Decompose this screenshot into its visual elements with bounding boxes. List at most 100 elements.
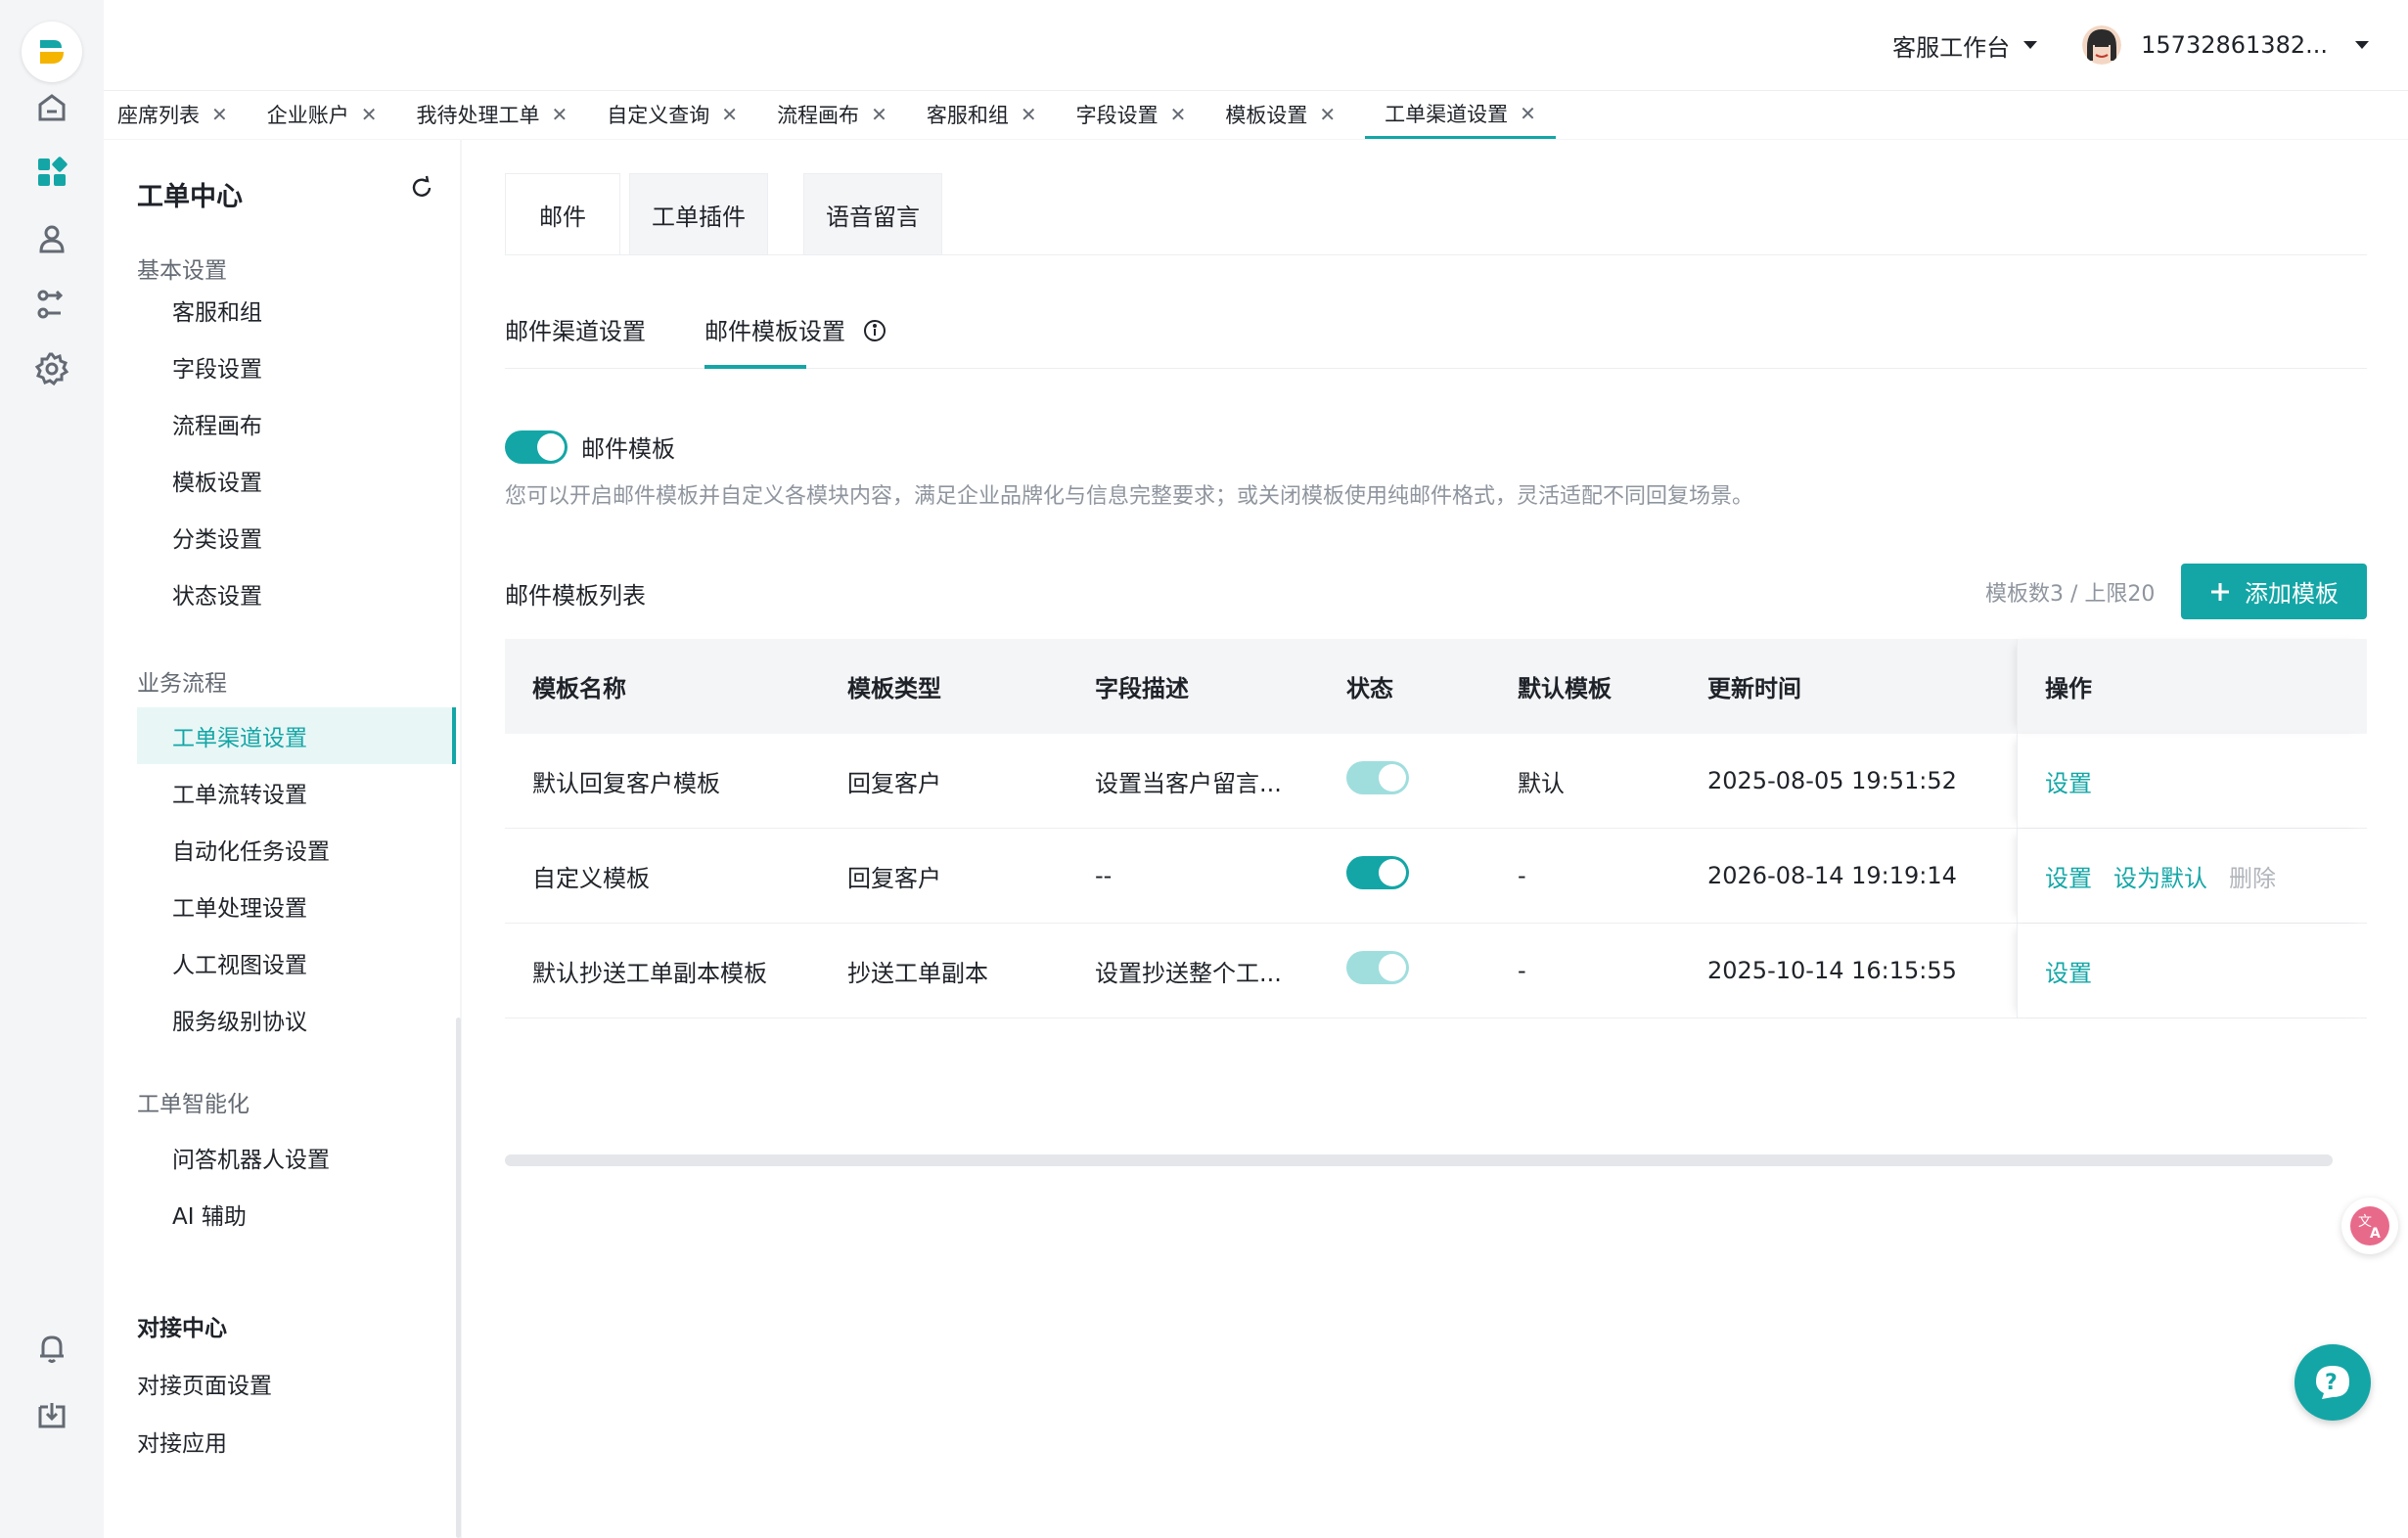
refresh-icon[interactable] [409,175,434,201]
sidebar-group-label: 工单智能化 [137,1092,250,1117]
info-icon[interactable] [863,319,886,342]
page-tab[interactable]: 客服和组 ✕ [927,90,1057,139]
add-template-label: 添加模板 [2245,580,2339,608]
add-template-button[interactable]: 添加模板 [2181,564,2367,619]
sidebar-item[interactable]: 工单处理设置 [137,878,456,934]
app-logo[interactable] [22,22,82,82]
page-tab[interactable]: 企业账户 ✕ [267,90,397,139]
close-icon[interactable]: ✕ [361,103,378,126]
divider [505,254,2367,255]
close-icon[interactable]: ✕ [1520,102,1536,125]
tab-email[interactable]: 邮件 [505,173,620,255]
sidebar-item-active[interactable]: 工单渠道设置 [137,707,456,764]
sidebar-item[interactable]: 对接应用 [137,1425,227,1458]
username[interactable]: 15732861382... [2141,31,2328,59]
column-header: 字段描述 [1095,675,1189,702]
status-cell [1346,761,1518,800]
page-tab[interactable]: 模板设置 ✕ [1225,90,1355,139]
status-cell [1346,951,1518,990]
tab-voicemail[interactable]: 语音留言 [803,173,942,255]
sidebar-item[interactable]: 服务级别协议 [137,991,456,1048]
close-icon[interactable]: ✕ [1021,103,1037,126]
workspace-selector[interactable]: 客服工作台 [1892,28,2038,63]
table-horizontal-scrollbar[interactable] [505,1154,2333,1166]
column-header: 状态 [1346,675,1393,702]
translate-icon[interactable]: 文A [2341,1198,2398,1254]
sidebar-item[interactable]: 自动化任务设置 [137,821,456,878]
field-description: 设置当客户留言... [1095,769,1282,797]
settings-link[interactable]: 设置 [2045,859,2092,893]
user-area: 客服工作台 15732861382... [1892,25,2369,65]
close-icon[interactable]: ✕ [211,103,228,126]
home-icon[interactable] [30,86,73,129]
table-header: 模板名称 模板类型 字段描述 状态 默认模板 更新时间 操作 [505,639,2367,734]
toggle-label: 邮件模板 [581,435,675,463]
agent-icon[interactable] [30,217,73,260]
page-tab-label: 模板设置 [1225,104,1308,127]
column-header: 模板名称 [532,675,626,702]
flow-icon[interactable] [30,283,73,326]
sidebar-item[interactable]: 对接页面设置 [137,1367,272,1400]
page-tab[interactable]: 座席列表 ✕ [117,90,248,139]
page-tab-label: 工单渠道设置 [1385,102,1509,126]
chevron-down-icon[interactable] [2355,41,2369,49]
sidebar-item[interactable]: 流程画布 [137,395,456,452]
close-icon[interactable]: ✕ [1170,103,1187,126]
close-icon[interactable]: ✕ [871,103,887,126]
settings-icon[interactable] [30,347,73,390]
page-tab[interactable]: 自定义查询 ✕ [607,90,757,139]
template-name: 默认抄送工单副本模板 [532,959,767,987]
template-name: 自定义模板 [532,864,650,892]
help-icon[interactable]: ? [2294,1344,2371,1421]
tab-ticket-plugin[interactable]: 工单插件 [629,173,768,255]
page-tab[interactable]: 我待处理工单 ✕ [417,90,588,139]
page-tab[interactable]: 流程画布 ✕ [777,90,907,139]
page-tab[interactable]: 字段设置 ✕ [1076,90,1206,139]
sidebar-item[interactable]: 模板设置 [137,452,456,509]
sidebar-scrollbar[interactable] [456,1018,461,1538]
sidebar-item[interactable]: 工单流转设置 [137,764,456,821]
subtab-email-template[interactable]: 邮件模板设置 [704,312,886,346]
page-tab-label: 流程画布 [777,104,860,127]
delete-link[interactable]: 删除 [2229,859,2276,893]
sidebar-item[interactable]: AI 辅助 [137,1186,456,1243]
column-header: 模板类型 [847,675,941,702]
left-rail [0,0,104,1538]
workspace-label: 客服工作台 [1892,33,2011,62]
template-toggle-row: 邮件模板 [505,430,675,464]
settings-link[interactable]: 设置 [2045,764,2092,798]
avatar[interactable] [2082,25,2122,65]
status-toggle[interactable] [1346,856,1409,889]
template-type: 回复客户 [847,864,941,892]
apps-icon[interactable] [30,151,73,194]
main-content: 邮件 工单插件 语音留言 邮件渠道设置 邮件模板设置 邮件模板 您可以开启邮件模… [462,140,2408,1538]
plus-icon [2211,582,2229,601]
close-icon[interactable]: ✕ [721,103,738,126]
email-template-toggle[interactable] [505,430,568,464]
sidebar-item[interactable]: 分类设置 [137,509,456,565]
sidebar-item[interactable]: 客服和组 [137,282,456,339]
sidebar-item[interactable]: 状态设置 [137,565,456,622]
bell-icon[interactable] [30,1327,73,1370]
actions-cell: 设置 [2017,734,2367,828]
settings-link[interactable]: 设置 [2045,954,2092,988]
column-header: 更新时间 [1707,675,1801,702]
sidebar: 工单中心 基本设置 客服和组 字段设置 流程画布 模板设置 分类设置 状态设置 … [104,140,460,1538]
updated-time: 2025-08-05 19:51:52 [1707,767,1957,794]
page-tab-label: 我待处理工单 [416,104,540,127]
set-default-link[interactable]: 设为默认 [2113,859,2207,893]
actions-cell: 设置 [2017,924,2367,1018]
actions-cell: 设置 设为默认 删除 [2017,829,2367,923]
page-tab-active[interactable]: 工单渠道设置 ✕ [1365,90,1556,139]
sidebar-item[interactable]: 人工视图设置 [137,934,456,991]
sidebar-item[interactable]: 问答机器人设置 [137,1129,456,1186]
close-icon[interactable]: ✕ [1319,103,1336,126]
download-icon[interactable] [30,1393,73,1436]
sidebar-item[interactable]: 字段设置 [137,339,456,395]
status-toggle[interactable] [1346,761,1409,794]
subtab-email-channel[interactable]: 邮件渠道设置 [505,312,646,346]
default-template: - [1518,862,1526,889]
status-toggle[interactable] [1346,951,1409,984]
close-icon[interactable]: ✕ [552,103,568,126]
page-tab-bar: 座席列表 ✕ 企业账户 ✕ 我待处理工单 ✕ 自定义查询 ✕ 流程画布 ✕ 客服和组 ✕ 字… [104,90,2408,139]
